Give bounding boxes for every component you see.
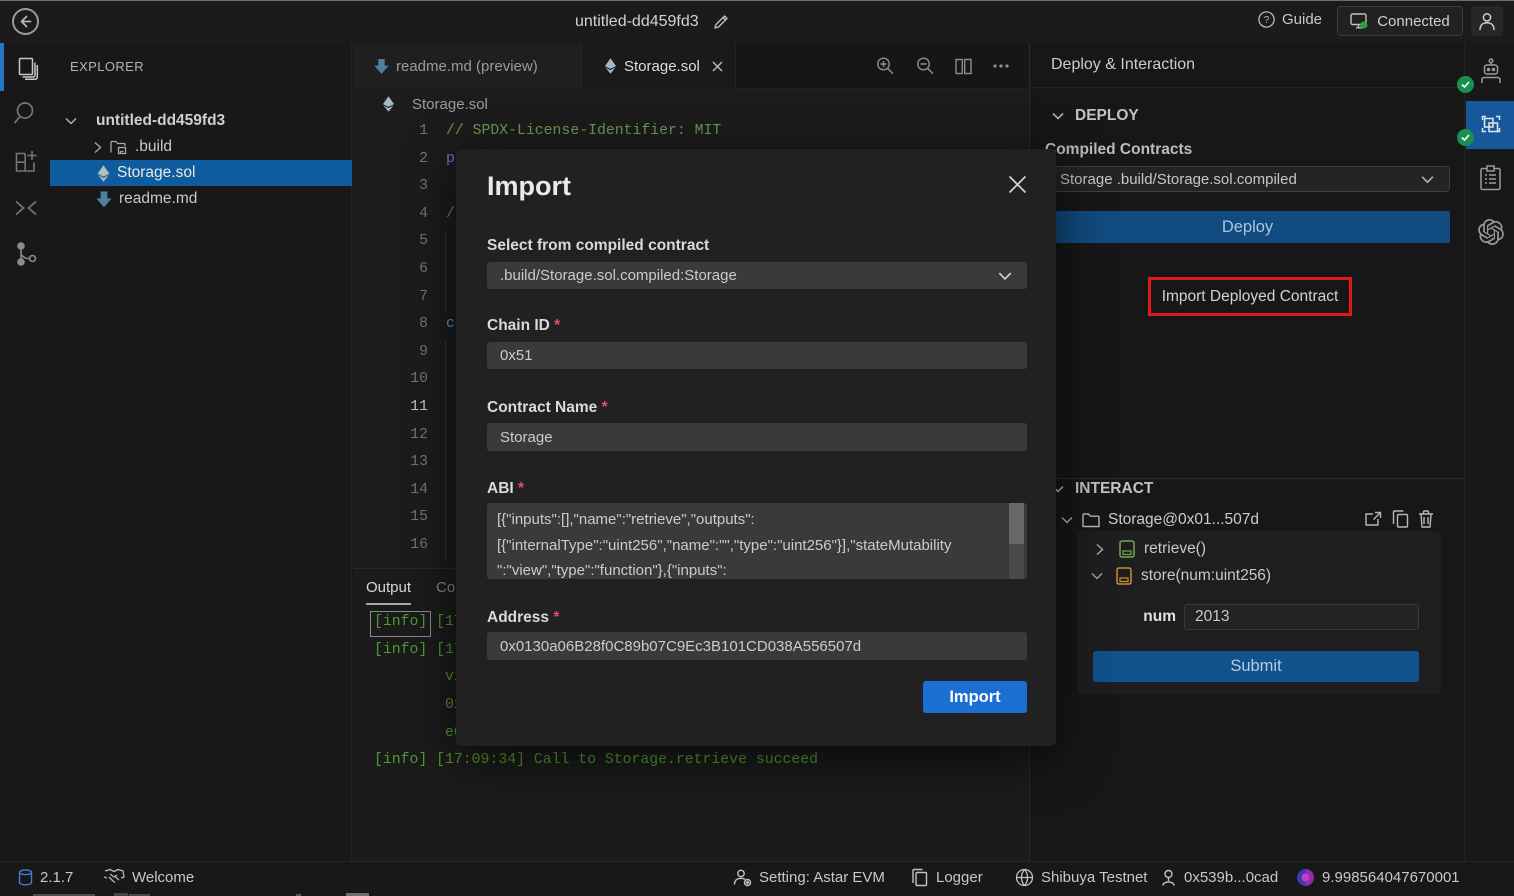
svg-text:?: ?: [1264, 15, 1270, 26]
